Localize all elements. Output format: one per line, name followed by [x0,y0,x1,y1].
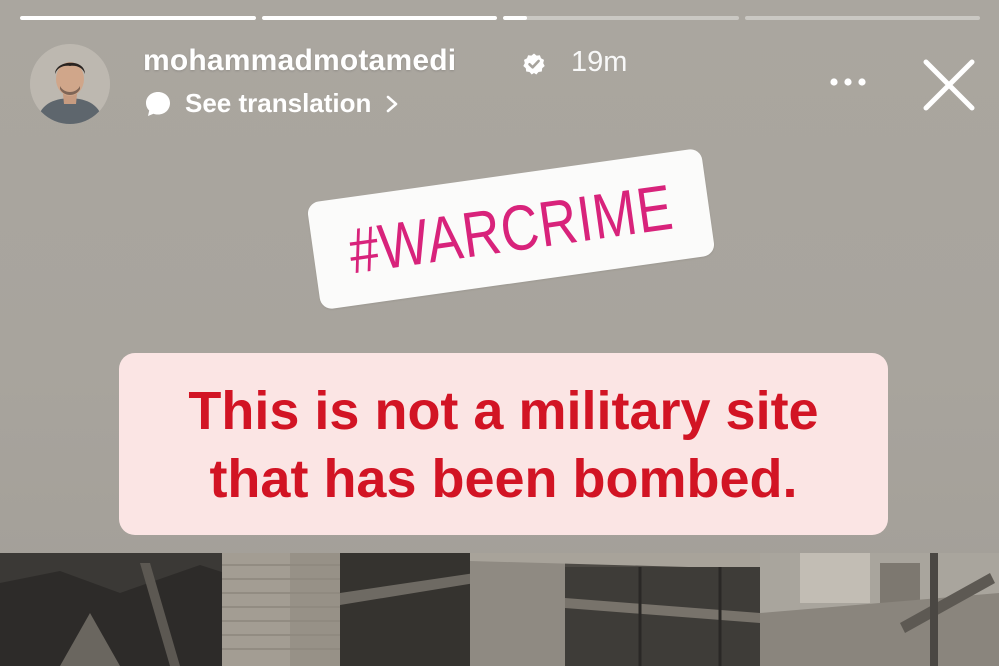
story-photo [0,553,999,666]
progress-segment [20,16,256,20]
avatar[interactable] [30,44,110,124]
more-options-icon[interactable] [826,70,870,94]
see-translation-label: See translation [185,88,372,118]
hashtag-sticker-text: #WARCRIME [344,170,678,288]
post-time: 19m [571,46,628,78]
progress-segment [744,16,980,20]
caption-line-1: This is not a military site [188,381,819,441]
caption-line-2: that has been bombed. [209,449,798,509]
story-progress-bar [20,16,980,21]
hashtag-sticker[interactable]: #WARCRIME [306,147,716,311]
see-translation-link[interactable]: See translation [143,88,399,119]
progress-segment [503,16,739,20]
username[interactable]: mohammadmotamedi [143,44,456,78]
verified-badge-icon [523,53,545,75]
chevron-right-icon [387,95,398,112]
story-viewer[interactable]: mohammadmotamedi 19m See translation #WA… [0,0,999,666]
progress-segment [261,16,497,20]
story-caption: This is not a military site that has bee… [119,353,888,535]
close-icon[interactable] [920,56,978,114]
speech-bubble-icon [146,91,170,116]
